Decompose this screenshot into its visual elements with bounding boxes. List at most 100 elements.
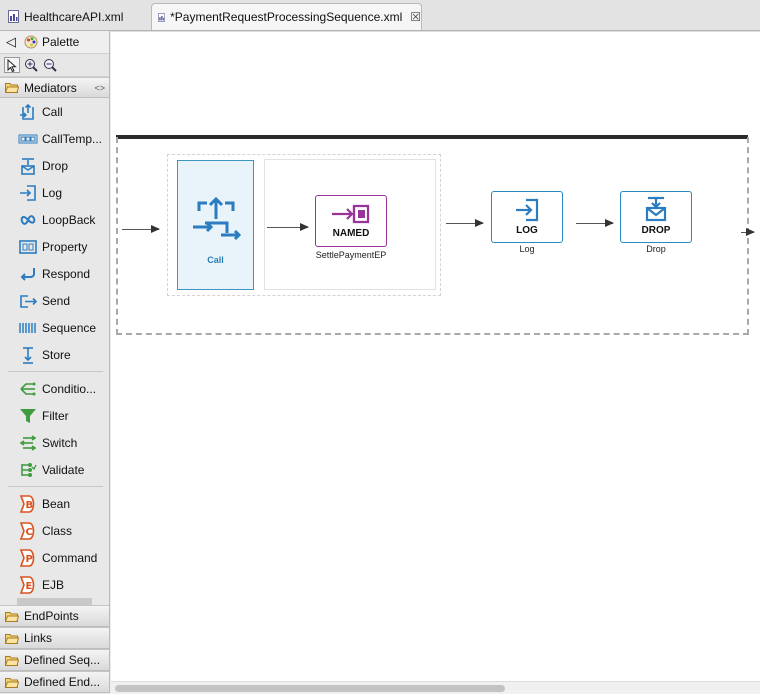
palette-item-loopback[interactable]: LoopBack: [0, 206, 109, 233]
drop-mediator[interactable]: DROP Drop: [620, 191, 692, 254]
palette-item-property[interactable]: Property: [0, 233, 109, 260]
palette-item-store[interactable]: Store: [0, 341, 109, 368]
links-drawer[interactable]: Links: [0, 627, 109, 649]
drawer-label: Defined End...: [24, 675, 101, 689]
palette-item-call[interactable]: Call: [0, 98, 109, 125]
item-label: Filter: [42, 408, 69, 423]
zoom-in-icon[interactable]: [23, 57, 39, 73]
item-label: Class: [42, 523, 73, 538]
tab-label: HealthcareAPI.xml: [24, 9, 124, 24]
collapse-arrow-icon[interactable]: ◁: [6, 34, 16, 50]
palette-item-calltemplate[interactable]: CallTemp...: [0, 125, 109, 152]
palette-title: Palette: [42, 35, 80, 49]
flow-arrow: [446, 219, 484, 227]
close-tab-icon[interactable]: ☒: [410, 10, 421, 24]
log-title: LOG: [516, 225, 538, 236]
drop-icon: [18, 156, 38, 176]
item-label: EJB: [42, 577, 65, 592]
folder-open-icon: [5, 611, 19, 622]
svg-text:P: P: [26, 554, 33, 565]
palette-item-drop[interactable]: Drop: [0, 152, 109, 179]
palette-item-ejb[interactable]: E EJB: [0, 571, 109, 598]
item-label: Property: [42, 239, 88, 254]
item-label: CallTemp...: [42, 131, 103, 146]
named-endpoint[interactable]: NAMED SettlePaymentEP: [315, 195, 387, 260]
palette-item-log[interactable]: Log: [0, 179, 109, 206]
folder-open-icon: [5, 655, 19, 666]
palette-item-bean[interactable]: B Bean: [0, 490, 109, 517]
item-label: Conditio...: [42, 381, 97, 396]
item-label: Drop: [42, 158, 69, 173]
named-endpoint-icon: [332, 204, 370, 224]
log-icon: [516, 198, 539, 222]
item-label: Sequence: [42, 320, 97, 335]
palette-item-send[interactable]: Send: [0, 287, 109, 314]
drawer-label: Mediators: [24, 80, 77, 95]
palette-item-command[interactable]: P Command: [0, 544, 109, 571]
item-label: Command: [42, 550, 98, 565]
tab-payment-sequence[interactable]: *PaymentRequestProcessingSequence.xml ☒: [151, 3, 422, 30]
diagram-canvas[interactable]: Call NAMED SettlePaymentEP LOG Log DROP …: [111, 31, 760, 682]
item-label: Call: [42, 104, 63, 119]
palette-item-sequence[interactable]: Sequence: [0, 314, 109, 341]
scrollbar-thumb[interactable]: [115, 685, 505, 692]
property-icon: [18, 237, 38, 257]
collapsed-drawers: EndPoints Links Defined Seq... Defined E…: [0, 605, 109, 693]
scroll-overflow-indicator[interactable]: [17, 598, 92, 605]
select-pointer-icon[interactable]: [4, 57, 20, 73]
endpoint-title: NAMED: [332, 228, 370, 239]
svg-text:C: C: [26, 527, 33, 538]
palette-item-validate[interactable]: Validate: [0, 456, 109, 483]
drop-subtitle: Drop: [646, 244, 666, 254]
drop-icon: [645, 196, 667, 222]
defined-sequences-drawer[interactable]: Defined Seq...: [0, 649, 109, 671]
flow-arrow: [122, 225, 160, 233]
palette-item-switch[interactable]: Switch: [0, 429, 109, 456]
item-label: Send: [42, 293, 71, 308]
mediators-drawer[interactable]: Mediators <>: [0, 77, 109, 98]
call-label: Call: [207, 255, 224, 265]
palette-panel: ◁ Palette Mediators <> Call CallTemp... …: [0, 31, 110, 693]
palette-item-respond[interactable]: Respond: [0, 260, 109, 287]
bean-icon: B: [18, 494, 38, 514]
tab-label: *PaymentRequestProcessingSequence.xml: [170, 10, 403, 24]
item-label: Store: [42, 347, 71, 362]
call-mediator[interactable]: Call: [177, 160, 254, 290]
horizontal-scrollbar[interactable]: [111, 681, 760, 694]
filter-icon: [18, 406, 38, 426]
store-icon: [18, 345, 38, 365]
endpoints-drawer[interactable]: EndPoints: [0, 605, 109, 627]
svg-text:E: E: [26, 581, 33, 592]
drawer-label: Links: [24, 631, 53, 645]
xml-file-icon: [8, 10, 19, 23]
defined-endpoints-drawer[interactable]: Defined End...: [0, 671, 109, 693]
palette-item-class[interactable]: C Class: [0, 517, 109, 544]
svg-text:B: B: [26, 500, 34, 511]
palette-toolbar: [0, 54, 109, 77]
flow-arrow: [267, 223, 309, 231]
log-mediator[interactable]: LOG Log: [491, 191, 563, 254]
tab-healthcare-api[interactable]: HealthcareAPI.xml: [0, 3, 150, 30]
zoom-out-icon[interactable]: [42, 57, 58, 73]
class-icon: C: [18, 521, 38, 541]
palette-icon: [24, 35, 38, 49]
xml-file-icon: [158, 12, 166, 22]
folder-open-icon: [5, 633, 19, 644]
validate-icon: [18, 460, 38, 480]
sequence-icon: [18, 318, 38, 338]
palette-header[interactable]: ◁ Palette: [0, 31, 109, 54]
drop-title: DROP: [641, 225, 671, 236]
endpoint-subtitle: SettlePaymentEP: [315, 250, 387, 260]
respond-icon: [18, 264, 38, 284]
pin-icon[interactable]: <>: [94, 83, 105, 93]
palette-item-filter[interactable]: Filter: [0, 402, 109, 429]
command-icon: P: [18, 548, 38, 568]
item-label: Log: [42, 185, 63, 200]
folder-open-icon: [5, 677, 19, 688]
conditional-router-icon: [18, 379, 38, 399]
call-icon: [192, 197, 241, 241]
ejb-icon: E: [18, 575, 38, 595]
call-template-icon: [18, 129, 38, 149]
drawer-label: Defined Seq...: [24, 653, 101, 667]
palette-item-conditional-router[interactable]: Conditio...: [0, 375, 109, 402]
